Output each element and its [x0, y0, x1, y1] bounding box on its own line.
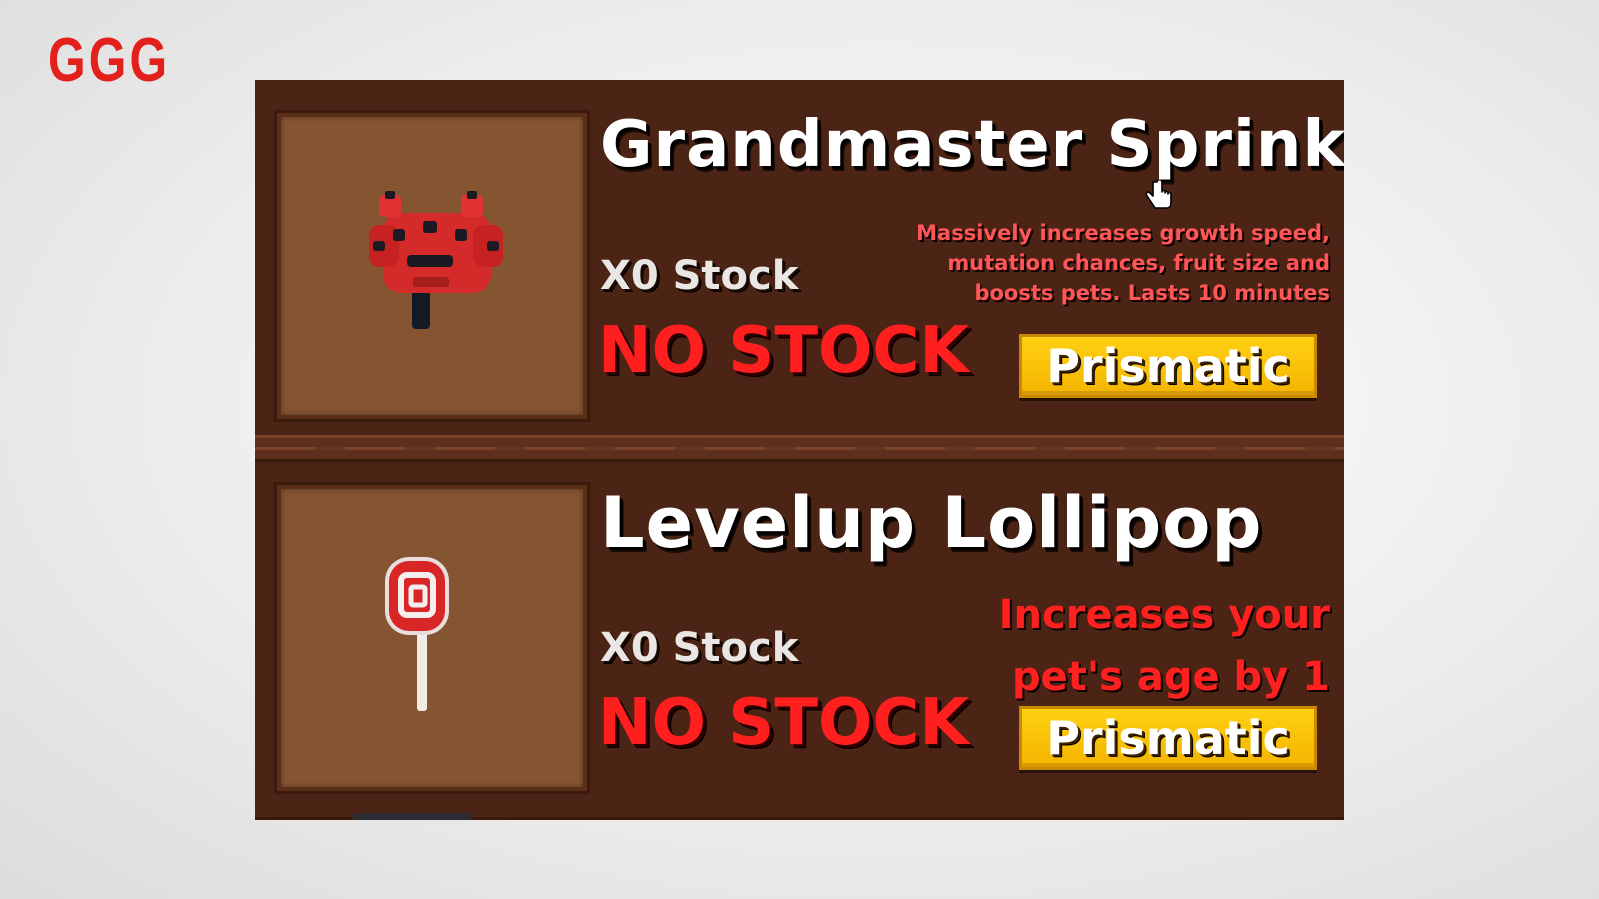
stock-status: NO STOCK [598, 314, 969, 388]
channel-logo: GGG [48, 26, 171, 95]
description-line: mutation chances, fruit size and [947, 251, 1330, 275]
next-item-peek [353, 813, 471, 820]
item-image-slot[interactable] [277, 113, 587, 419]
item-description: Massively increases growth speed, mutati… [900, 218, 1330, 308]
shop-panel: Grandmaster Sprinkler Massively increase… [255, 80, 1344, 820]
description-line: pet's age by 1 [1011, 654, 1330, 700]
shop-item-row: Grandmaster Sprinkler Massively increase… [255, 80, 1344, 435]
lollipop-icon [385, 557, 449, 711]
row-divider [255, 435, 1344, 462]
rarity-button[interactable]: Prismatic [1019, 706, 1317, 770]
stock-count: X0 Stock [600, 253, 799, 299]
description-line: boosts pets. Lasts 10 minutes [974, 281, 1330, 305]
stock-status: NO STOCK [598, 686, 969, 760]
item-image-slot[interactable] [277, 485, 587, 791]
item-description: Increases your pet's age by 1 [930, 584, 1330, 708]
rarity-button[interactable]: Prismatic [1019, 334, 1317, 398]
item-name: Grandmaster Sprinkler [600, 108, 1344, 182]
hand-cursor-icon [1145, 180, 1172, 209]
sprinkler-icon [369, 191, 503, 329]
stock-count: X0 Stock [600, 625, 799, 671]
item-name: Levelup Lollipop [600, 482, 1263, 564]
description-line: Massively increases growth speed, [916, 221, 1330, 245]
shop-item-row: Levelup Lollipop Increases your pet's ag… [255, 462, 1344, 817]
description-line: Increases your [998, 592, 1330, 638]
